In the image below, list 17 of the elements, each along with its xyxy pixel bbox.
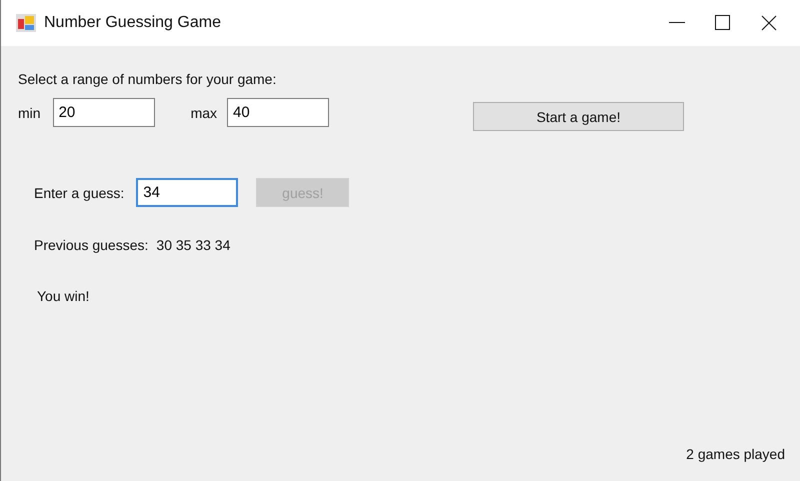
result-message: You win! — [37, 288, 90, 304]
start-game-button[interactable]: Start a game! — [473, 102, 684, 131]
previous-guesses-value: 30 35 33 34 — [156, 237, 230, 253]
window-title: Number Guessing Game — [44, 14, 222, 32]
minimize-icon — [669, 22, 685, 24]
max-field[interactable]: 40 — [227, 98, 330, 127]
games-played-count: 2 games played — [686, 446, 785, 462]
min-label: min — [18, 104, 41, 120]
previous-guesses-label: Previous guesses: — [34, 237, 148, 253]
max-label: max — [190, 104, 218, 120]
maximize-icon — [715, 15, 731, 31]
range-label: Select a range of numbers for your game: — [18, 71, 278, 87]
min-field[interactable]: 20 — [52, 98, 155, 127]
guess-label: Enter a guess: — [34, 184, 124, 200]
guess-field[interactable]: 34 — [136, 178, 238, 207]
app-icon — [16, 14, 36, 32]
close-icon — [761, 15, 777, 31]
